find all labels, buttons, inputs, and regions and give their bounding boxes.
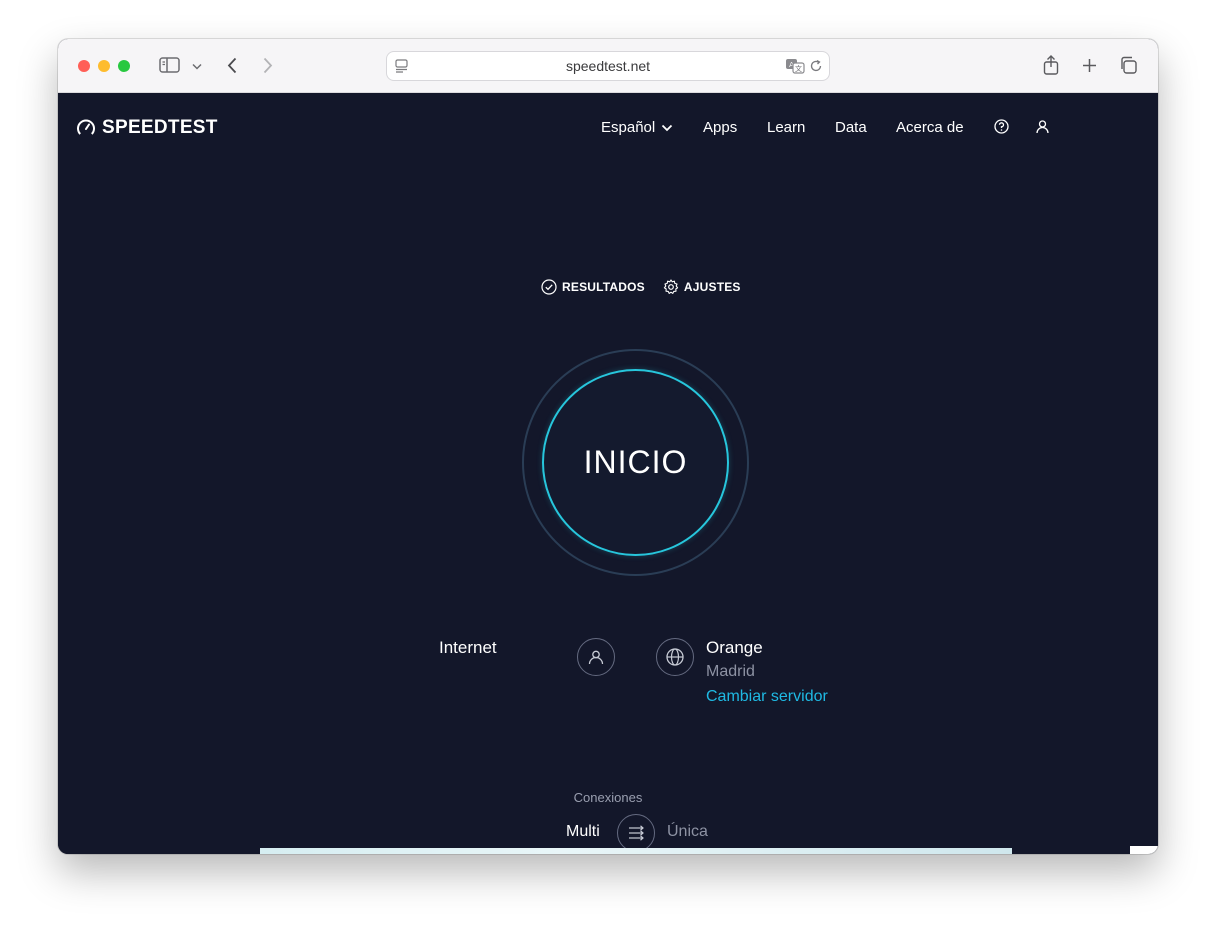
isp-name: Orange xyxy=(706,638,763,657)
settings-link[interactable]: AJUSTES xyxy=(663,279,741,295)
new-tab-icon[interactable] xyxy=(1080,56,1098,74)
start-test-button[interactable]: INICIO xyxy=(542,369,729,556)
zoom-window-button[interactable] xyxy=(118,60,130,72)
nav-learn[interactable]: Learn xyxy=(767,119,805,136)
help-icon[interactable] xyxy=(994,119,1009,138)
connections-title: Conexiones xyxy=(573,790,643,805)
nav-apps[interactable]: Apps xyxy=(703,119,737,136)
user-account-icon[interactable] xyxy=(1035,119,1050,138)
back-icon[interactable] xyxy=(224,55,240,75)
browser-window: speedtest.net A文 SPEEDTEST Español Apps … xyxy=(58,39,1158,854)
nav-data[interactable]: Data xyxy=(835,119,867,136)
connections-toggle-icon[interactable] xyxy=(617,814,655,852)
url-text: speedtest.net xyxy=(565,58,651,74)
forward-icon[interactable] xyxy=(260,55,276,75)
user-icon xyxy=(577,638,615,676)
translate-icon[interactable]: A文 xyxy=(784,57,806,75)
reload-icon[interactable] xyxy=(808,58,824,74)
speedtest-page: SPEEDTEST Español Apps Learn Data Acerca… xyxy=(58,93,1158,854)
svg-text:文: 文 xyxy=(795,64,802,73)
start-label: INICIO xyxy=(583,444,688,480)
tab-overview-icon[interactable] xyxy=(1118,55,1138,75)
logo-text: SPEEDTEST xyxy=(102,117,218,138)
change-server-link[interactable]: Cambiar servidor xyxy=(706,688,828,706)
check-circle-icon xyxy=(541,279,557,295)
client-label: Internet xyxy=(439,638,497,657)
browser-toolbar: speedtest.net A文 xyxy=(58,39,1158,93)
chevron-down-icon[interactable] xyxy=(190,59,204,73)
settings-label: AJUSTES xyxy=(683,280,741,294)
single-connection-option[interactable]: Única xyxy=(667,823,708,841)
ad-banner[interactable] xyxy=(260,848,1012,854)
speedometer-icon xyxy=(77,119,95,135)
chevron-down-icon xyxy=(662,124,673,131)
language-label: Español xyxy=(601,119,656,136)
server-city: Madrid xyxy=(706,663,755,680)
language-selector[interactable]: Español xyxy=(601,119,673,136)
results-label: RESULTADOS xyxy=(562,280,645,294)
nav-about[interactable]: Acerca de xyxy=(896,119,964,136)
ad-badge[interactable] xyxy=(1130,846,1158,854)
minimize-window-button[interactable] xyxy=(98,60,110,72)
results-link[interactable]: RESULTADOS xyxy=(541,279,645,295)
address-bar[interactable]: speedtest.net A文 xyxy=(386,51,830,81)
test-options: RESULTADOS AJUSTES xyxy=(541,279,741,295)
share-icon[interactable] xyxy=(1041,53,1061,77)
speedtest-logo[interactable]: SPEEDTEST xyxy=(76,117,218,139)
sidebar-toggle-icon[interactable] xyxy=(158,56,180,74)
gear-icon xyxy=(663,279,679,294)
multi-connection-option[interactable]: Multi xyxy=(566,823,600,841)
close-window-button[interactable] xyxy=(78,60,90,72)
globe-icon xyxy=(656,638,694,676)
